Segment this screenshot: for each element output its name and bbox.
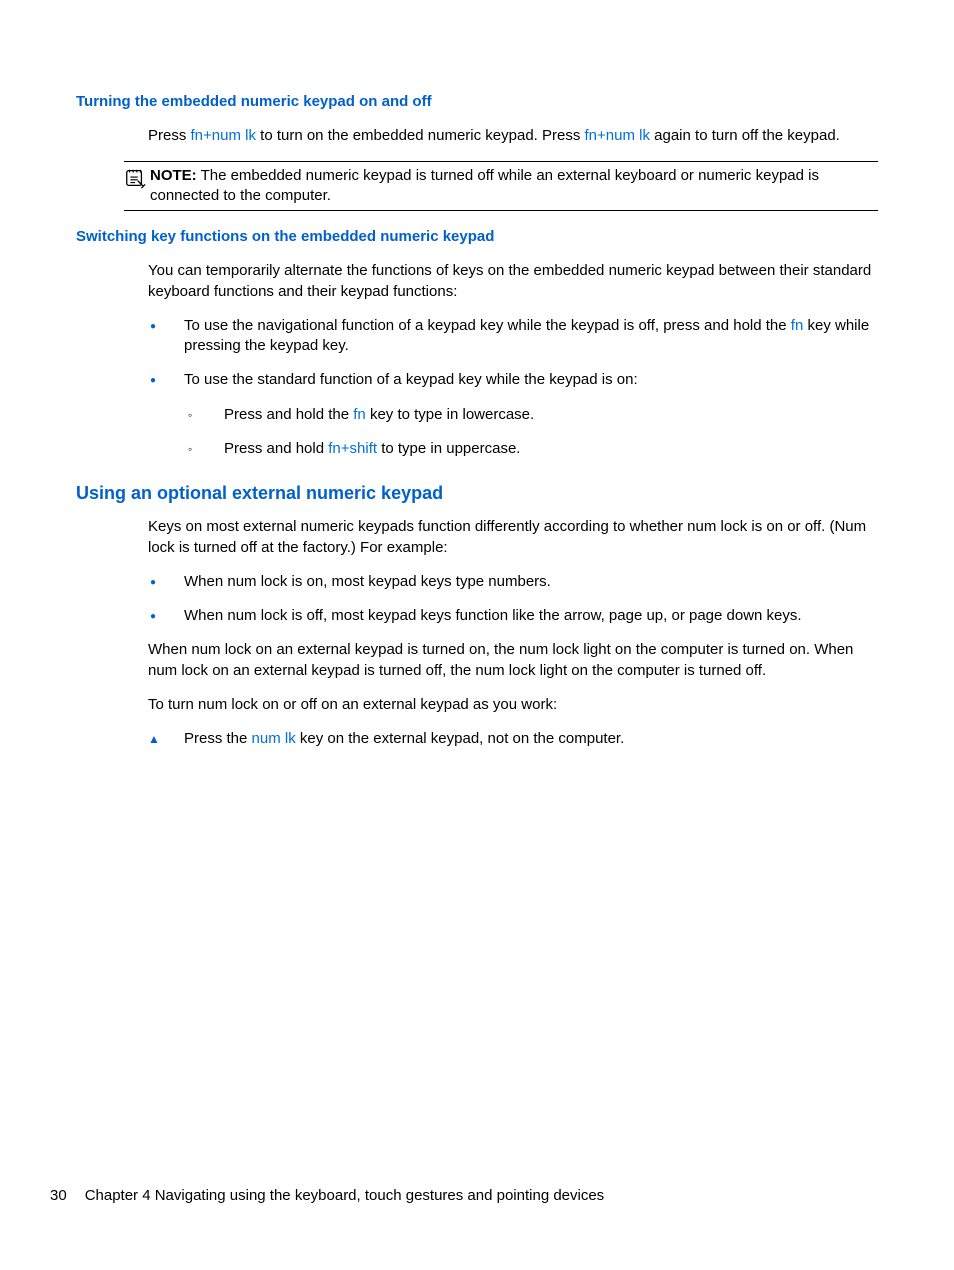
list-item: When num lock is on, most keypad keys ty…: [148, 572, 878, 592]
text-fragment: Press: [148, 127, 191, 144]
note-label: NOTE:: [150, 167, 197, 184]
heading-switching-functions: Switching key functions on the embedded …: [76, 227, 878, 247]
key-shift: shift: [350, 440, 378, 457]
chapter-title: Chapter 4 Navigating using the keyboard,…: [85, 1187, 605, 1204]
text-fragment: Press and hold the: [224, 406, 353, 423]
para-turn-numlock: To turn num lock on or off on an externa…: [148, 695, 878, 715]
key-plus: +: [203, 127, 212, 144]
text-fragment: Press the: [184, 730, 252, 747]
bullet-list: To use the navigational function of a ke…: [148, 316, 878, 459]
note-icon: [124, 167, 146, 195]
sub-bullet-list: Press and hold the fn key to type in low…: [184, 405, 878, 460]
text-fragment: Press and hold: [224, 440, 328, 457]
key-fn: fn: [585, 127, 598, 144]
list-item: When num lock is off, most keypad keys f…: [148, 606, 878, 626]
page-footer: 30 Chapter 4 Navigating using the keyboar…: [50, 1186, 604, 1206]
triangle-list: Press the num lk key on the external key…: [148, 729, 878, 749]
list-item: Press the num lk key on the external key…: [148, 729, 878, 749]
key-plus: +: [341, 440, 350, 457]
list-item: Press and hold the fn key to type in low…: [184, 405, 878, 425]
heading-external-keypad: Using an optional external numeric keypa…: [76, 481, 878, 505]
document-page: Turning the embedded numeric keypad on a…: [0, 0, 954, 1270]
text-fragment: key on the external keypad, not on the c…: [296, 730, 625, 747]
list-item: To use the standard function of a keypad…: [148, 370, 878, 459]
body-section2: You can temporarily alternate the functi…: [148, 261, 878, 459]
key-numlk: num lk: [606, 127, 650, 144]
text-fragment: to turn on the embedded numeric keypad. …: [256, 127, 585, 144]
heading-turning-keypad: Turning the embedded numeric keypad on a…: [76, 92, 878, 112]
text-fragment: To use the navigational function of a ke…: [184, 317, 791, 334]
key-fn: fn: [328, 440, 341, 457]
text-fragment: to type in uppercase.: [377, 440, 520, 457]
para-turn-on-off: Press fn+num lk to turn on the embedded …: [148, 126, 878, 146]
text-fragment: key to type in lowercase.: [366, 406, 534, 423]
list-item: To use the navigational function of a ke…: [148, 316, 878, 357]
para-external-intro: Keys on most external numeric keypads fu…: [148, 517, 878, 558]
bullet-list: When num lock is on, most keypad keys ty…: [148, 572, 878, 627]
text-fragment: To use the standard function of a keypad…: [184, 371, 638, 388]
body-section1: Press fn+num lk to turn on the embedded …: [148, 126, 878, 146]
list-item: Press and hold fn+shift to type in upper…: [184, 439, 878, 459]
para-switch-intro: You can temporarily alternate the functi…: [148, 261, 878, 302]
text-fragment: again to turn off the keypad.: [650, 127, 840, 144]
key-fn: fn: [353, 406, 366, 423]
note-box: NOTE: The embedded numeric keypad is tur…: [124, 161, 878, 212]
body-section3: Keys on most external numeric keypads fu…: [148, 517, 878, 749]
page-number: 30: [50, 1187, 67, 1204]
key-fn: fn: [791, 317, 804, 334]
note-text: The embedded numeric keypad is turned of…: [150, 167, 819, 204]
para-numlock-light: When num lock on an external keypad is t…: [148, 640, 878, 681]
key-numlk: num lk: [252, 730, 296, 747]
key-numlk: num lk: [212, 127, 256, 144]
note-body: NOTE: The embedded numeric keypad is tur…: [150, 166, 878, 207]
key-plus: +: [597, 127, 606, 144]
key-fn: fn: [191, 127, 204, 144]
